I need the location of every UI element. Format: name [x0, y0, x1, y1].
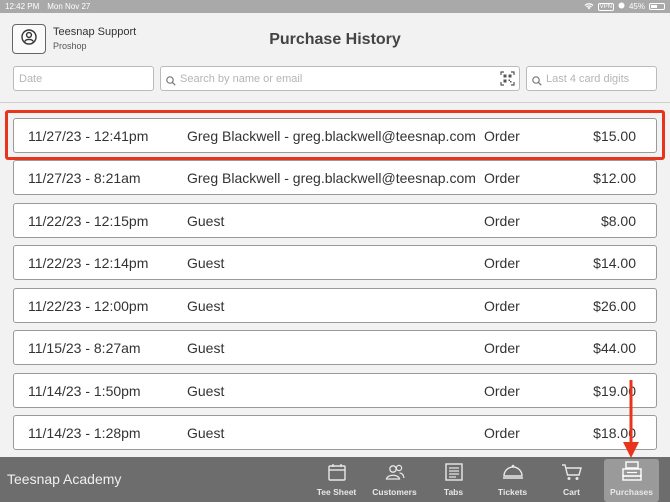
purchase-type: Order: [484, 213, 520, 229]
nav-cart[interactable]: Cart: [544, 457, 599, 502]
wifi-icon: [584, 2, 594, 12]
calendar-icon: [327, 463, 347, 487]
purchase-date: 11/15/23 - 8:27am: [28, 340, 141, 356]
search-icon: [166, 73, 176, 91]
purchase-type: Order: [484, 255, 520, 271]
purchase-amount: $44.00: [593, 340, 636, 356]
purchase-row[interactable]: 11/22/23 - 12:15pm Guest Order $8.00: [13, 203, 657, 238]
purchase-row[interactable]: 11/14/23 - 1:28pm Guest Order $18.00: [13, 415, 657, 450]
search-input[interactable]: [160, 66, 520, 91]
purchase-type: Order: [484, 298, 520, 314]
battery-icon: [649, 3, 665, 10]
search-field: [160, 66, 520, 91]
battery-percent: 45%: [628, 2, 645, 11]
nav-label: Tee Sheet: [316, 487, 357, 497]
nav-tickets[interactable]: Tickets: [485, 457, 540, 502]
purchase-row[interactable]: 11/27/23 - 8:21am Greg Blackwell - greg.…: [13, 160, 657, 195]
tickets-icon: [502, 463, 524, 487]
divider: [0, 102, 670, 103]
purchase-customer: Guest: [187, 425, 225, 441]
purchase-date: 11/14/23 - 1:28pm: [28, 425, 141, 441]
qr-scan-icon[interactable]: [500, 71, 515, 91]
purchase-customer: Guest: [187, 213, 225, 229]
purchase-row[interactable]: 11/15/23 - 8:27am Guest Order $44.00: [13, 330, 657, 365]
card-digits-field: [526, 66, 657, 91]
purchase-type: Order: [484, 128, 520, 144]
purchase-date: 11/27/23 - 12:41pm: [28, 128, 149, 144]
purchase-row[interactable]: 11/27/23 - 12:41pm Greg Blackwell - greg…: [13, 118, 657, 153]
brand-label: Teesnap Academy: [7, 471, 122, 487]
nav-label: Cart: [562, 487, 580, 497]
header: Teesnap Support Proshop Purchase History: [0, 13, 670, 63]
purchase-date: 11/22/23 - 12:14pm: [28, 255, 149, 271]
status-date: Mon Nov 27: [47, 2, 91, 11]
bottom-nav-bar: Teesnap Academy Tee Sheet Customers Tabs…: [0, 457, 670, 502]
purchase-date: 11/14/23 - 1:50pm: [28, 383, 141, 399]
purchase-type: Order: [484, 425, 520, 441]
register-icon: [621, 461, 643, 487]
nav-label: Tickets: [497, 487, 528, 497]
nav-label: Customers: [372, 487, 417, 497]
nav-tee-sheet[interactable]: Tee Sheet: [309, 457, 364, 502]
cart-icon: [561, 463, 583, 487]
nav-tabs[interactable]: Tabs: [426, 457, 481, 502]
purchase-amount: $8.00: [600, 213, 636, 229]
location-icon: [618, 2, 625, 11]
purchase-date: 11/27/23 - 8:21am: [28, 170, 141, 186]
purchase-customer: Greg Blackwell - greg.blackwell@teesnap.…: [187, 128, 476, 144]
purchase-type: Order: [484, 383, 520, 399]
purchase-customer: Guest: [187, 340, 225, 356]
purchase-amount: $14.00: [593, 255, 636, 271]
date-input[interactable]: [13, 66, 154, 91]
purchase-amount: $26.00: [593, 298, 636, 314]
purchase-date: 11/22/23 - 12:15pm: [28, 213, 149, 229]
status-bar: 12:42 PM Mon Nov 27 VPN 45%: [0, 0, 670, 13]
purchase-row[interactable]: 11/14/23 - 1:50pm Guest Order $19.00: [13, 373, 657, 408]
purchase-type: Order: [484, 170, 520, 186]
purchase-type: Order: [484, 340, 520, 356]
purchase-customer: Guest: [187, 298, 225, 314]
purchase-customer: Guest: [187, 383, 225, 399]
nav-label: Purchases: [610, 487, 653, 497]
purchase-row[interactable]: 11/22/23 - 12:00pm Guest Order $26.00: [13, 288, 657, 323]
nav-customers[interactable]: Customers: [367, 457, 422, 502]
page-title: Purchase History: [269, 31, 401, 48]
status-time: 12:42 PM: [5, 2, 40, 11]
purchase-customer: Greg Blackwell - greg.blackwell@teesnap.…: [187, 170, 476, 186]
annotation-arrow-icon: [623, 380, 639, 458]
purchase-row[interactable]: 11/22/23 - 12:14pm Guest Order $14.00: [13, 245, 657, 280]
customers-icon: [384, 463, 406, 487]
purchase-customer: Guest: [187, 255, 225, 271]
purchase-amount: $15.00: [593, 128, 636, 144]
vpn-badge: VPN: [597, 2, 614, 11]
purchase-amount: $12.00: [593, 170, 636, 186]
purchase-date: 11/22/23 - 12:00pm: [28, 298, 149, 314]
nav-label: Tabs: [443, 487, 464, 497]
card-digits-input[interactable]: [526, 66, 657, 91]
tabs-icon: [444, 463, 464, 487]
search-icon: [532, 73, 542, 91]
nav-purchases[interactable]: Purchases: [604, 459, 659, 502]
